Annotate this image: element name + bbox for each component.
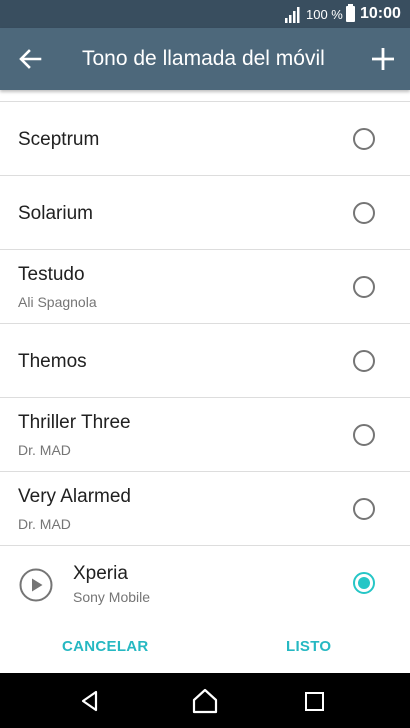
clock: 10:00: [360, 5, 401, 22]
done-button[interactable]: LISTO: [286, 638, 331, 655]
radio-button[interactable]: [353, 424, 375, 446]
radio-button[interactable]: [353, 276, 375, 298]
ringtone-row-testudo[interactable]: Testudo Ali Spagnola: [0, 249, 410, 323]
ringtone-name: Thriller Three: [18, 412, 131, 433]
ringtone-name: Sceptrum: [18, 129, 100, 150]
nav-back-icon[interactable]: [78, 689, 102, 713]
ringtone-name: Testudo: [18, 264, 85, 285]
plus-icon[interactable]: [366, 42, 400, 76]
radio-button[interactable]: [353, 128, 375, 150]
status-bar: 100 % 10:00: [0, 0, 410, 28]
ringtone-name: Solarium: [18, 203, 93, 224]
ringtone-artist: Dr. MAD: [18, 516, 71, 532]
ringtone-artist: Sony Mobile: [73, 589, 151, 605]
radio-button[interactable]: [353, 202, 375, 224]
radio-button-selected[interactable]: [353, 572, 375, 594]
play-icon[interactable]: [19, 568, 53, 602]
radio-button[interactable]: [353, 498, 375, 520]
nav-home-icon[interactable]: [192, 688, 218, 714]
battery-icon: [346, 4, 355, 22]
dialog-actions: CANCELAR LISTO: [0, 621, 410, 673]
ringtone-row-very-alarmed[interactable]: Very Alarmed Dr. MAD: [0, 471, 410, 545]
ringtone-name: Xperia: [73, 563, 128, 584]
ringtone-row-sceptrum[interactable]: Sceptrum: [0, 101, 410, 175]
ringtone-row-solarium[interactable]: Solarium: [0, 175, 410, 249]
arrow-left-icon[interactable]: [14, 44, 46, 74]
battery-percent: 100 %: [306, 7, 343, 22]
page-title: Tono de llamada del móvil: [82, 47, 325, 70]
nav-recent-apps-icon[interactable]: [305, 692, 324, 711]
ringtone-name: Themos: [18, 351, 87, 372]
navigation-bar: [0, 673, 410, 728]
ringtone-name: Very Alarmed: [18, 486, 131, 507]
ringtone-list: Sceptrum Solarium Testudo Ali Spagnola T…: [0, 101, 410, 621]
ringtone-artist: Ali Spagnola: [18, 294, 97, 310]
radio-button[interactable]: [353, 350, 375, 372]
ringtone-row-xperia[interactable]: Xperia Sony Mobile: [0, 545, 410, 621]
ringtone-artist: Dr. MAD: [18, 442, 71, 458]
ringtone-row-themos[interactable]: Themos: [0, 323, 410, 397]
app-bar: Tono de llamada del móvil: [0, 28, 410, 90]
ringtone-row-thriller-three[interactable]: Thriller Three Dr. MAD: [0, 397, 410, 471]
signal-icon: [285, 7, 300, 23]
cancel-button[interactable]: CANCELAR: [62, 638, 149, 655]
